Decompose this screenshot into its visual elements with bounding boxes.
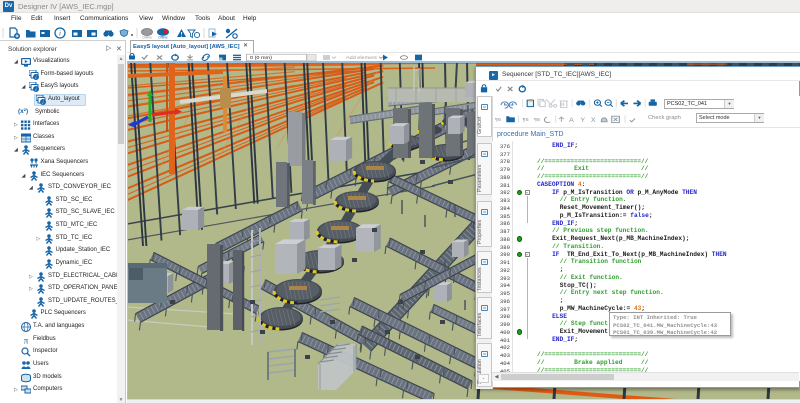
- svg-text:Y: Y: [580, 117, 585, 123]
- svg-text:Online: Online: [142, 36, 151, 40]
- svg-text:¶6: ¶6: [522, 117, 528, 122]
- svg-text:X: X: [591, 117, 596, 123]
- svg-text:Add element: Add element: [346, 55, 377, 60]
- svg-text:¶6: ¶6: [534, 117, 540, 122]
- svg-text:Offline: Offline: [158, 36, 167, 40]
- svg-text:i: i: [59, 30, 61, 38]
- svg-text:A: A: [569, 117, 574, 123]
- svg-text:¶6: ¶6: [495, 117, 501, 122]
- svg-text:0 (0 mm): 0 (0 mm): [250, 55, 272, 60]
